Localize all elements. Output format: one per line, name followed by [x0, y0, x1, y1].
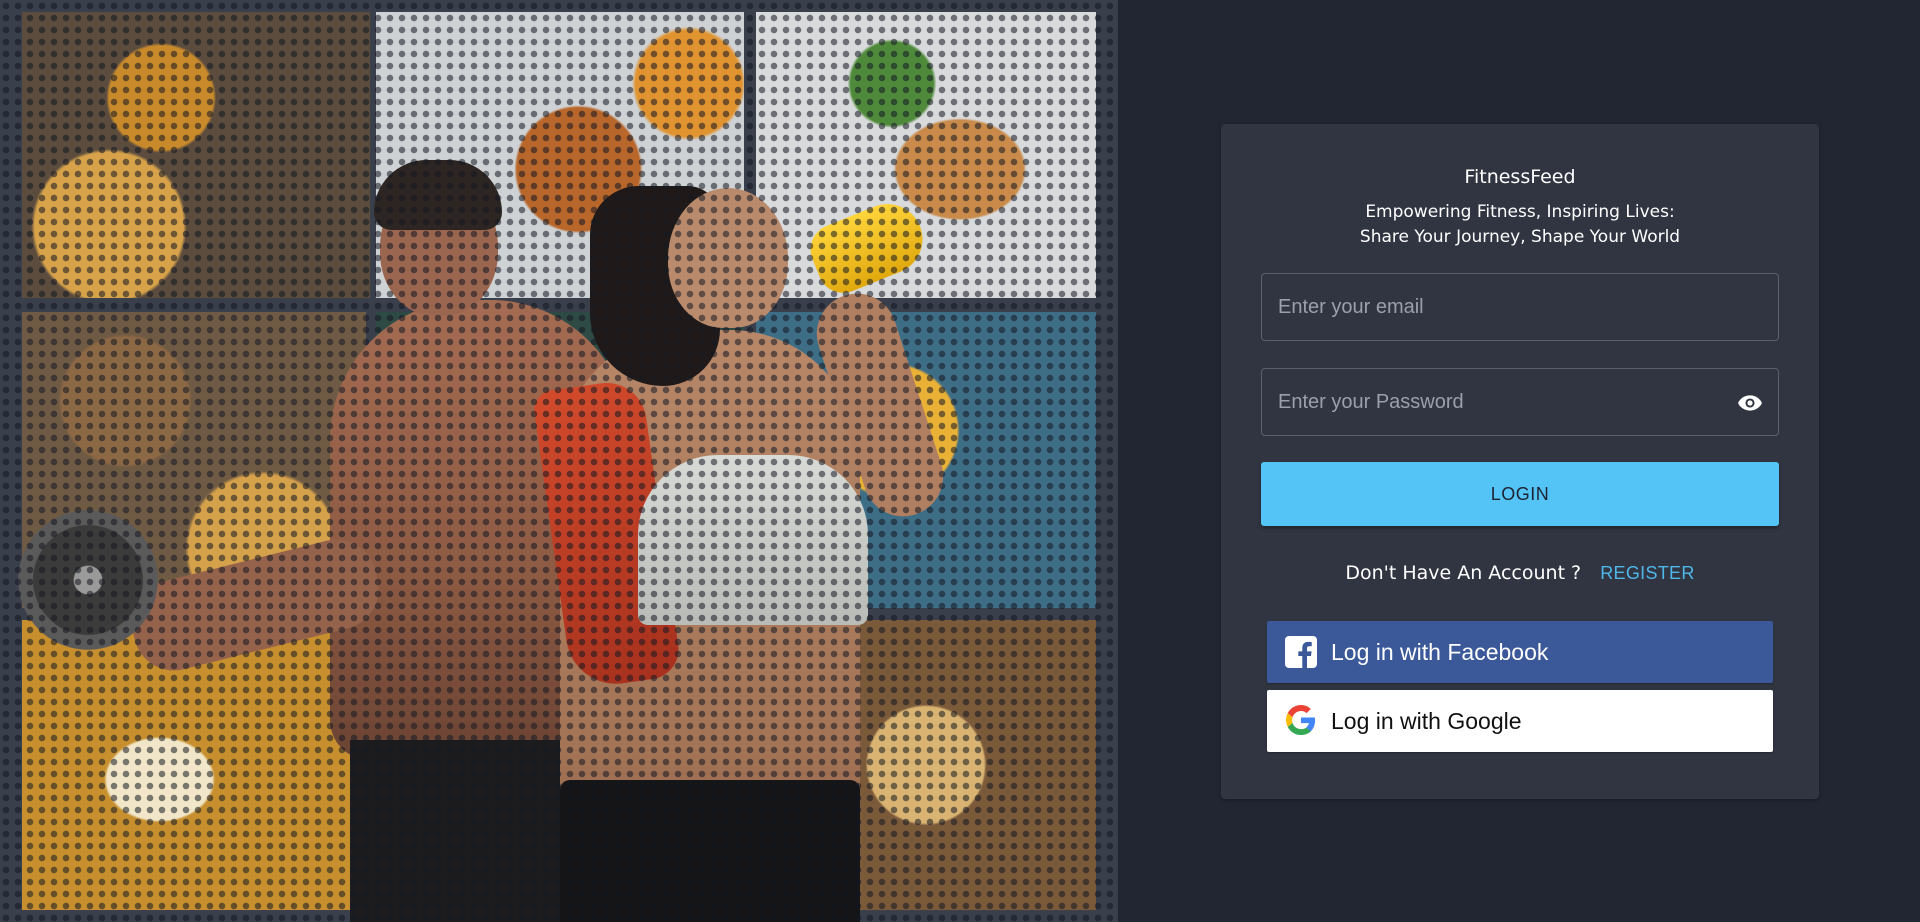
sports-bra: [638, 455, 868, 625]
food-tile-stuffed-vegetables: [756, 12, 1096, 298]
login-button[interactable]: LOGIN: [1261, 462, 1779, 526]
woman-head: [668, 188, 788, 328]
food-tile-pies: [22, 12, 370, 298]
facebook-icon: [1285, 636, 1317, 668]
google-login-label: Log in with Google: [1331, 707, 1522, 734]
register-row: Don't Have An Account ? REGISTER: [1221, 562, 1819, 584]
login-card: FitnessFeed Empowering Fitness, Inspirin…: [1221, 124, 1819, 799]
tagline-line-1: Empowering Fitness, Inspiring Lives:: [1365, 202, 1675, 222]
tagline: Empowering Fitness, Inspiring Lives: Sha…: [1221, 200, 1819, 250]
tagline-line-2: Share Your Journey, Shape Your World: [1359, 227, 1681, 247]
facebook-login-label: Log in with Facebook: [1331, 638, 1549, 665]
dumbbell: [18, 510, 158, 650]
register-link[interactable]: REGISTER: [1600, 563, 1694, 583]
app-title: FitnessFeed: [1464, 166, 1576, 188]
password-input[interactable]: [1262, 369, 1778, 435]
google-icon: [1285, 705, 1317, 737]
email-input[interactable]: [1262, 274, 1778, 340]
google-login-button[interactable]: Log in with Google: [1267, 690, 1773, 752]
register-prompt: Don't Have An Account ?: [1345, 562, 1582, 584]
hero-image: [0, 0, 1118, 922]
facebook-login-button[interactable]: Log in with Facebook: [1267, 621, 1773, 683]
password-field-wrapper: [1261, 368, 1779, 436]
woman-shorts: [560, 780, 860, 922]
email-field-wrapper: [1261, 273, 1779, 341]
eye-icon[interactable]: [1736, 390, 1764, 416]
login-page: FitnessFeed Empowering Fitness, Inspirin…: [0, 0, 1920, 922]
